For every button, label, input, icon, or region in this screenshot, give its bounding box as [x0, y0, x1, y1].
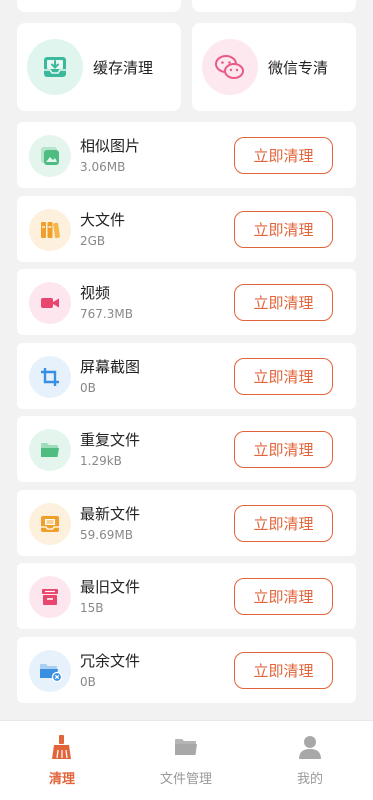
- row-title: 视频: [80, 284, 111, 302]
- bottom-nav: 清理 文件管理 我的: [0, 720, 373, 800]
- nav-label: 文件管理: [159, 772, 212, 787]
- clean-now-button[interactable]: 立即清理: [234, 211, 333, 248]
- clean-now-button[interactable]: 立即清理: [234, 505, 333, 542]
- row-size: 59.69MB: [80, 528, 133, 542]
- document-tray-icon: [29, 503, 71, 545]
- clean-now-button[interactable]: 立即清理: [234, 137, 333, 174]
- archive-box-icon: [29, 576, 71, 618]
- row-size: 15B: [80, 601, 104, 615]
- row-size: 767.3MB: [80, 307, 133, 321]
- list-item-duplicate-files[interactable]: 重复文件 1.29kB 立即清理: [17, 416, 356, 482]
- row-title: 冗余文件: [80, 652, 141, 670]
- row-title: 最旧文件: [80, 578, 141, 596]
- top-card-left[interactable]: [17, 0, 181, 12]
- cache-clean-label: 缓存清理: [93, 58, 154, 77]
- folder-remove-icon: [29, 650, 71, 692]
- top-card-right[interactable]: [192, 0, 356, 12]
- similar-photos-icon: [29, 135, 71, 177]
- list-item-newest-files[interactable]: 最新文件 59.69MB 立即清理: [17, 490, 356, 556]
- nav-tab-clean[interactable]: 清理: [0, 721, 124, 800]
- nav-tab-profile[interactable]: 我的: [248, 721, 372, 800]
- row-size: 0B: [80, 381, 96, 395]
- inbox-download-icon: [27, 39, 83, 95]
- clean-now-button[interactable]: 立即清理: [234, 431, 333, 468]
- list-item-large-files[interactable]: 大文件 2GB 立即清理: [17, 196, 356, 262]
- video-camera-icon: [29, 282, 71, 324]
- wechat-clean-tile[interactable]: 微信专清: [192, 23, 356, 111]
- clean-now-button[interactable]: 立即清理: [234, 358, 333, 395]
- books-icon: [29, 209, 71, 251]
- row-title: 屏幕截图: [80, 358, 141, 376]
- list-item-videos[interactable]: 视频 767.3MB 立即清理: [17, 269, 356, 335]
- broom-icon: [48, 733, 76, 761]
- user-icon: [296, 733, 324, 761]
- row-title: 最新文件: [80, 505, 141, 523]
- list-item-redundant-files[interactable]: 冗余文件 0B 立即清理: [17, 637, 356, 703]
- clean-now-button[interactable]: 立即清理: [234, 578, 333, 615]
- nav-tab-file-manager[interactable]: 文件管理: [124, 721, 248, 800]
- list-item-screenshots[interactable]: 屏幕截图 0B 立即清理: [17, 343, 356, 409]
- wechat-clean-label: 微信专清: [268, 58, 329, 77]
- row-size: 1.29kB: [80, 454, 122, 468]
- row-title: 重复文件: [80, 431, 141, 449]
- row-size: 0B: [80, 675, 96, 689]
- folder-icon: [172, 733, 200, 761]
- nav-label: 我的: [296, 772, 323, 787]
- row-title: 大文件: [80, 211, 126, 229]
- wechat-icon: [202, 39, 258, 95]
- row-size: 3.06MB: [80, 160, 126, 174]
- list-item-similar-photos[interactable]: 相似图片 3.06MB 立即清理: [17, 122, 356, 188]
- list-item-oldest-files[interactable]: 最旧文件 15B 立即清理: [17, 563, 356, 629]
- clean-now-button[interactable]: 立即清理: [234, 284, 333, 321]
- clean-now-button[interactable]: 立即清理: [234, 652, 333, 689]
- row-size: 2GB: [80, 234, 106, 248]
- cache-clean-tile[interactable]: 缓存清理: [17, 23, 181, 111]
- crop-icon: [29, 356, 71, 398]
- nav-label: 清理: [48, 772, 75, 787]
- folder-icon: [29, 429, 71, 471]
- row-title: 相似图片: [80, 137, 141, 155]
